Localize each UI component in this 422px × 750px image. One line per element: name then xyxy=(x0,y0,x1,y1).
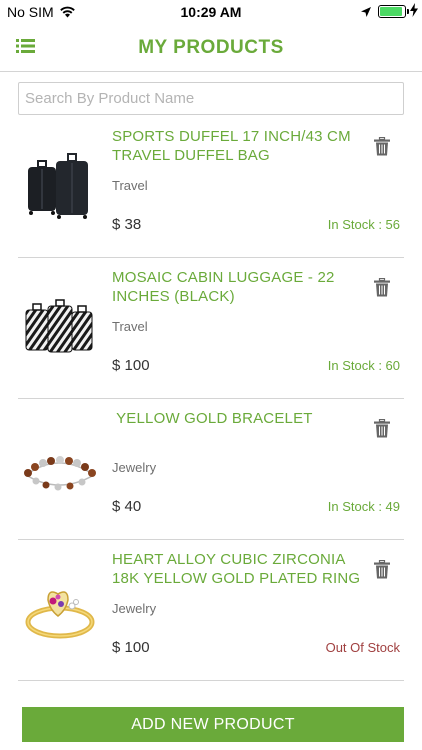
stock-status: In Stock : 49 xyxy=(327,499,400,514)
product-category: Jewelry xyxy=(112,601,157,616)
clock: 10:29 AM xyxy=(180,4,242,20)
product-name: MOSAIC CABIN LUGGAGE - 22 INCHES (BLACK) xyxy=(112,269,335,305)
product-price: $ 38 xyxy=(112,216,142,233)
battery-level-fill xyxy=(380,7,402,16)
battery-tip xyxy=(407,9,409,14)
stock-status: In Stock : 56 xyxy=(327,217,400,232)
list-item[interactable]: MOSAIC CABIN LUGGAGE - 22 INCHES (BLACK)… xyxy=(18,258,404,399)
product-image-luggage xyxy=(20,147,98,233)
location-arrow-icon xyxy=(360,5,372,21)
stock-status: Out Of Stock xyxy=(325,640,400,655)
product-image-zebra-luggage xyxy=(20,288,98,374)
stock-status: In Stock : 60 xyxy=(327,358,400,373)
nav-bar: MY PRODUCTS xyxy=(0,24,422,72)
battery-icon xyxy=(378,5,406,18)
product-category: Travel xyxy=(112,319,148,334)
product-category: Travel xyxy=(112,178,148,193)
search-input[interactable] xyxy=(18,82,404,115)
add-new-product-button[interactable]: ADD NEW PRODUCT xyxy=(22,707,404,742)
product-price: $ 100 xyxy=(112,357,150,374)
product-image-ring xyxy=(20,570,98,656)
trash-icon[interactable] xyxy=(374,277,390,297)
product-image-bracelet xyxy=(20,429,98,515)
list-item[interactable]: YELLOW GOLD BRACELET Jewelry $ 40 In Sto… xyxy=(18,399,404,540)
page-title: MY PRODUCTS xyxy=(138,37,284,58)
list-item[interactable]: SPORTS DUFFEL 17 INCH/43 CM TRAVEL DUFFE… xyxy=(18,117,404,258)
product-name: SPORTS DUFFEL 17 INCH/43 CM TRAVEL DUFFE… xyxy=(112,128,351,164)
product-price: $ 100 xyxy=(112,639,150,656)
trash-icon[interactable] xyxy=(374,559,390,579)
status-bar: No SIM 10:29 AM xyxy=(0,0,422,24)
trash-icon[interactable] xyxy=(374,418,390,438)
product-list: SPORTS DUFFEL 17 INCH/43 CM TRAVEL DUFFE… xyxy=(0,117,422,681)
product-price: $ 40 xyxy=(112,498,142,515)
product-name: HEART ALLOY CUBIC ZIRCONIA 18K YELLOW GO… xyxy=(112,551,361,587)
trash-icon[interactable] xyxy=(374,136,390,156)
product-category: Jewelry xyxy=(112,460,157,475)
list-item[interactable]: HEART ALLOY CUBIC ZIRCONIA 18K YELLOW GO… xyxy=(18,540,404,681)
charging-bolt-icon xyxy=(410,3,418,20)
product-name: YELLOW GOLD BRACELET xyxy=(112,410,313,427)
